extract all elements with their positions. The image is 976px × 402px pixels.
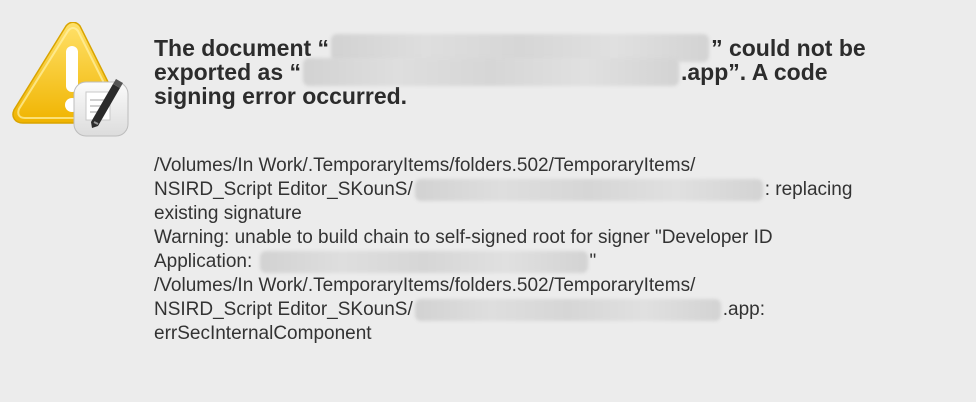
script-editor-warning-icon xyxy=(10,21,130,142)
redacted-app-name xyxy=(303,58,679,86)
error-details: /Volumes/In Work/.TemporaryItems/folders… xyxy=(154,154,954,346)
details-line: /Volumes/In Work/.TemporaryItems/folders… xyxy=(154,155,696,176)
alert-dialog: The document “” could not be exported as… xyxy=(0,0,976,402)
details-text: NSIRD_Script Editor_SKounS/ xyxy=(154,299,413,320)
heading-text: signing error occurred. xyxy=(154,83,408,109)
details-text: NSIRD_Script Editor_SKounS/ xyxy=(154,179,413,200)
heading-line-2: exported as “.app”. A code xyxy=(154,56,944,86)
details-line: NSIRD_Script Editor_SKounS/ : replacing xyxy=(154,178,954,202)
heading-line-1: The document “” could not be xyxy=(154,32,944,62)
redacted-signer-name xyxy=(259,250,588,273)
details-text: Application: xyxy=(154,251,258,272)
details-line: existing signature xyxy=(154,203,302,224)
details-line: Application: " xyxy=(154,250,954,274)
details-line: /Volumes/In Work/.TemporaryItems/folders… xyxy=(154,275,696,296)
redacted-path xyxy=(414,298,721,321)
details-text: : replacing xyxy=(764,179,853,200)
details-text: " xyxy=(589,251,597,272)
redacted-path xyxy=(414,178,763,201)
details-line: errSecInternalComponent xyxy=(154,323,372,344)
details-text: .app: xyxy=(722,299,765,320)
alert-heading: The document “” could not be exported as… xyxy=(154,32,944,109)
details-line: Warning: unable to build chain to self-s… xyxy=(154,227,773,248)
details-line: NSIRD_Script Editor_SKounS/ .app: xyxy=(154,298,954,322)
heading-text: .app”. A code xyxy=(681,59,828,85)
